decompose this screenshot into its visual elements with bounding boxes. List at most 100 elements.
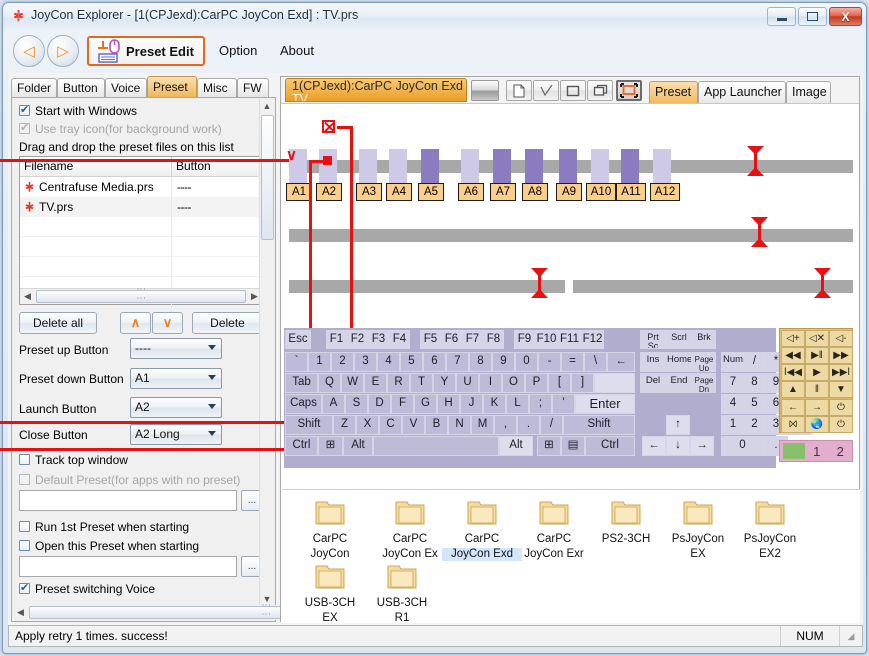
checkbox-open-this-preset[interactable]: Open this Preset when starting xyxy=(19,539,199,553)
key-8[interactable]: 8 xyxy=(469,352,492,372)
tab-app-launcher[interactable]: App Launcher xyxy=(698,81,786,103)
track-marker-2[interactable] xyxy=(751,217,768,247)
key-f9[interactable]: F9 xyxy=(514,330,535,349)
a-button-a5[interactable]: A5 xyxy=(418,183,444,201)
key-alt-left[interactable]: Alt xyxy=(343,436,373,456)
checkbox-preset-switching-voice[interactable]: Preset switching Voice xyxy=(19,581,155,596)
media-key-panel[interactable]: ◁+ ◁✕ ◁- ◀◀ ▶ǁ ▶▶ ǀ◀◀ ▶ ▶▶ǀ ▲ ǁ ▼ ← → ⏻ … xyxy=(779,328,853,433)
key-5[interactable]: 5 xyxy=(400,352,423,372)
tab-fw[interactable]: FW xyxy=(237,78,269,97)
move-down-button[interactable]: ∨ xyxy=(152,312,183,334)
key-enter-top[interactable] xyxy=(594,373,635,393)
media-volume-up-key[interactable]: ◁+ xyxy=(781,330,805,347)
media-down-key[interactable]: ▼ xyxy=(829,381,853,398)
tab-preset[interactable]: Preset xyxy=(147,76,197,97)
scroll-left-icon[interactable]: ◀ xyxy=(13,607,28,618)
file-list-hscrollbar[interactable]: ◀ ▶ xyxy=(20,288,262,304)
key-quote[interactable]: ' xyxy=(552,394,575,414)
a-button-a12[interactable]: A12 xyxy=(650,183,680,201)
key-1[interactable]: 1 xyxy=(308,352,331,372)
key-home[interactable]: Home xyxy=(666,352,692,372)
track-marker-3[interactable] xyxy=(531,268,548,298)
key-arrow-down[interactable]: ↓ xyxy=(666,436,690,456)
key-a[interactable]: A xyxy=(322,394,345,414)
key-shift-right[interactable]: Shift xyxy=(563,415,635,435)
media-play-key[interactable]: ▶ xyxy=(805,364,829,381)
hscroll-thumb[interactable] xyxy=(36,290,246,303)
key-i[interactable]: I xyxy=(479,373,502,393)
a-button-a2[interactable]: A2 xyxy=(316,183,342,201)
key-f6[interactable]: F6 xyxy=(441,330,462,349)
a-button-a8[interactable]: A8 xyxy=(522,183,548,201)
close-button[interactable]: X xyxy=(829,7,862,26)
track-marker-4[interactable] xyxy=(814,268,831,298)
button-block-a5[interactable] xyxy=(421,149,439,183)
key-comma[interactable]: , xyxy=(494,415,517,435)
key-h[interactable]: H xyxy=(437,394,460,414)
media-rewind-key[interactable]: ◀◀ xyxy=(781,347,805,364)
key-tab[interactable]: Tab xyxy=(285,373,318,393)
key-space[interactable] xyxy=(373,436,499,456)
checkbox-track-top-window[interactable]: Track top window xyxy=(19,453,128,467)
key-r[interactable]: R xyxy=(387,373,410,393)
nav-back-button[interactable]: ◁ xyxy=(13,35,45,67)
key-f2[interactable]: F2 xyxy=(347,330,368,349)
button-block-a8[interactable] xyxy=(525,149,543,183)
channel-2-label[interactable]: 2 xyxy=(829,444,853,459)
delete-button[interactable]: Delete xyxy=(192,312,263,334)
key-backtick[interactable]: ` xyxy=(285,352,308,372)
media-prev-track-key[interactable]: ǀ◀◀ xyxy=(781,364,805,381)
key-delete[interactable]: Del xyxy=(640,373,666,393)
media-volume-down-key[interactable]: ◁- xyxy=(829,330,853,347)
key-page-up[interactable]: Page Up xyxy=(692,352,716,372)
media-back-key[interactable]: ← xyxy=(781,399,805,416)
key-alt-right[interactable]: Alt xyxy=(499,436,533,456)
key-numpad-divide[interactable]: / xyxy=(745,352,764,372)
key-arrow-right[interactable]: → xyxy=(690,436,714,456)
key-numpad-5[interactable]: 5 xyxy=(745,394,764,414)
nav-forward-button[interactable]: ▷ xyxy=(47,35,79,67)
minimize-button[interactable] xyxy=(767,7,796,26)
keyboard-map[interactable]: Esc F1 F2 F3 F4 F5 F6 F7 F8 F9 F10 F11 F… xyxy=(284,328,812,468)
key-ctrl-right[interactable]: Ctrl xyxy=(585,436,635,456)
key-semicolon[interactable]: ; xyxy=(529,394,552,414)
table-row[interactable]: Centrafuse Media.prs ---- xyxy=(20,177,262,197)
media-up-key[interactable]: ▲ xyxy=(781,381,805,398)
key-0[interactable]: 0 xyxy=(515,352,538,372)
checkbox-run-first-preset[interactable]: Run 1st Preset when starting xyxy=(19,520,189,534)
key-esc[interactable]: Esc xyxy=(285,330,311,349)
a-button-a4[interactable]: A4 xyxy=(386,183,412,201)
cascade-windows-button[interactable] xyxy=(587,80,613,101)
key-d[interactable]: D xyxy=(368,394,391,414)
menu-item-about[interactable]: About xyxy=(280,43,314,58)
preset-up-button-select[interactable]: ---- xyxy=(130,338,222,359)
launch-button-select[interactable]: A2 xyxy=(130,397,222,418)
folder-item-usb-3ch-ex[interactable]: USB-3CH EX xyxy=(290,562,370,625)
button-block-a4[interactable] xyxy=(389,149,407,183)
button-track-3a[interactable] xyxy=(289,280,565,293)
folder-item-psjoycon-ex2[interactable]: PsJoyCon EX2 xyxy=(730,498,810,561)
media-browser-key[interactable]: 🌏 xyxy=(805,416,829,433)
key-k[interactable]: K xyxy=(483,394,506,414)
tab-button[interactable]: Button xyxy=(57,78,105,97)
key-n[interactable]: N xyxy=(448,415,471,435)
key-numpad-2[interactable]: 2 xyxy=(745,415,764,435)
folder-item-carpc-joycon-ex[interactable]: CarPC JoyCon Ex xyxy=(370,498,450,561)
key-f12[interactable]: F12 xyxy=(581,330,604,349)
key-page-down[interactable]: Page Dn xyxy=(692,373,716,393)
button-block-a2[interactable] xyxy=(319,149,337,183)
move-up-button[interactable]: ∧ xyxy=(120,312,151,334)
maximize-button[interactable] xyxy=(798,7,827,26)
folder-item-carpc-joycon-exd[interactable]: CarPC JoyCon Exd xyxy=(442,498,522,561)
close-button-select[interactable]: A2 Long xyxy=(130,424,222,445)
preset-file-list[interactable]: Filename Button Centrafuse Media.prs ---… xyxy=(19,156,263,317)
button-block-a3[interactable] xyxy=(359,149,377,183)
a-button-a11[interactable]: A11 xyxy=(616,183,646,201)
tab-folder[interactable]: Folder xyxy=(11,78,57,97)
media-sleep-key[interactable]: ⏻ xyxy=(829,416,853,433)
left-panel-vscrollbar[interactable]: ▲ ▼ xyxy=(259,99,274,607)
key-e[interactable]: E xyxy=(364,373,387,393)
key-numpad-8[interactable]: 8 xyxy=(745,373,764,393)
key-t[interactable]: T xyxy=(410,373,433,393)
key-bracket-right[interactable]: ] xyxy=(571,373,594,393)
